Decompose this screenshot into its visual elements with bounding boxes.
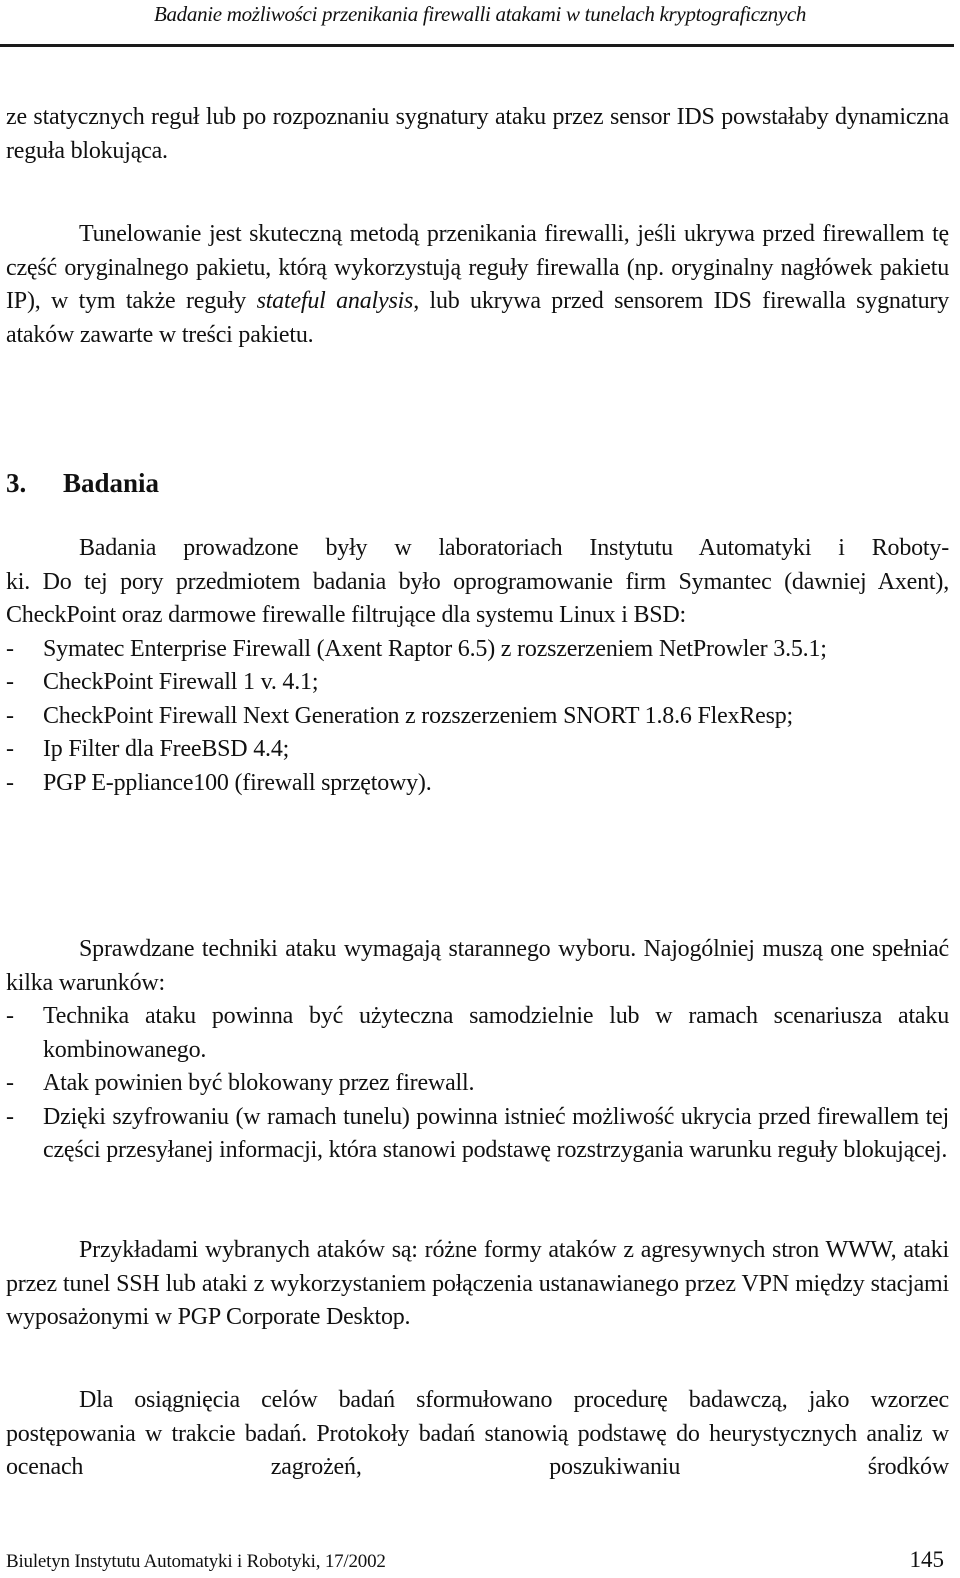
header-rule xyxy=(0,44,954,47)
examples-block: Przykładami wybranych ataków są: różne f… xyxy=(6,1234,949,1335)
list-item: - PGP E-ppliance100 (firewall sprzętowy)… xyxy=(6,767,949,801)
list-item: - Dzięki szyfrowaniu (w ramach tunelu) p… xyxy=(6,1101,949,1168)
techniques-paragraph: Sprawdzane techniki ataku wymagają stara… xyxy=(6,936,949,996)
list-bullet: - xyxy=(6,769,14,796)
research-paragraph-rest: ki. Do tej pory przedmiotem badania było… xyxy=(6,568,949,629)
list-item: - CheckPoint Firewall 1 v. 4.1; xyxy=(6,666,949,700)
continuation-paragraph: ze statycznych reguł lub po rozpoznaniu … xyxy=(6,104,949,164)
list-item: - CheckPoint Firewall Next Generation z … xyxy=(6,700,949,734)
page-number: 145 xyxy=(909,1547,945,1572)
procedure-block: Dla osiągnięcia celów badań sformułowano… xyxy=(6,1384,949,1485)
list-item-text: CheckPoint Firewall 1 v. 4.1; xyxy=(43,669,319,695)
list-bullet: - xyxy=(6,702,14,729)
stateful-analysis-term: stateful analysis xyxy=(256,288,414,314)
list-item-text: Dzięki szyfrowaniu (w ramach tunelu) pow… xyxy=(43,1103,949,1164)
list-bullet: - xyxy=(6,1070,14,1096)
list-bullet: - xyxy=(6,1003,14,1029)
continuation-block: ze statycznych reguł lub po rozpoznaniu … xyxy=(6,101,949,168)
list-bullet: - xyxy=(6,669,14,695)
section-title: Badania xyxy=(63,468,160,498)
list-bullet: - xyxy=(6,1103,14,1130)
list-bullet: - xyxy=(6,635,14,662)
procedure-paragraph: Dla osiągnięcia celów badań sformułowano… xyxy=(6,1387,949,1480)
list-item: - Technika ataku powinna być użyteczna s… xyxy=(6,1000,949,1067)
list-item: - Ip Filter dla FreeBSD 4.4; xyxy=(6,733,949,767)
tunneling-paragraph: Tunelowanie jest skuteczną metodą przeni… xyxy=(6,218,949,352)
tunneling-block: Tunelowanie jest skuteczną metodą przeni… xyxy=(6,218,949,352)
list-item-text: Ip Filter dla FreeBSD 4.4; xyxy=(43,736,290,762)
examples-paragraph: Przykładami wybranych ataków są: różne f… xyxy=(6,1237,949,1330)
list-bullet: - xyxy=(6,736,14,762)
list-item-text: Symatec Enterprise Firewall (Axent Rapto… xyxy=(43,635,827,662)
journal-citation: Biuletyn Instytutu Automatyki i Robotyki… xyxy=(6,1551,386,1572)
list-item: - Symatec Enterprise Firewall (Axent Rap… xyxy=(6,633,949,667)
list-item: - Atak powinien być blokowany przez fire… xyxy=(6,1067,949,1101)
section-heading: 3. Badania xyxy=(6,466,159,500)
running-header: Badanie możliwości przenikania firewalli… xyxy=(153,2,807,26)
techniques-block: Sprawdzane techniki ataku wymagają stara… xyxy=(6,933,949,1168)
list-item-text: CheckPoint Firewall Next Generation z ro… xyxy=(43,702,794,729)
products-list: - Symatec Enterprise Firewall (Axent Rap… xyxy=(6,633,949,801)
list-item-text: Technika ataku powinna być użyteczna sam… xyxy=(43,1003,949,1063)
list-item-text: PGP E-ppliance100 (firewall sprzętowy). xyxy=(43,769,432,796)
conditions-list: - Technika ataku powinna być użyteczna s… xyxy=(6,1000,949,1168)
list-item-text: Atak powinien być blokowany przez firewa… xyxy=(43,1070,475,1096)
section-number: 3. xyxy=(6,468,27,498)
research-paragraph-line1: Badania prowadzone były w laboratoriach … xyxy=(79,535,949,561)
research-block: Badania prowadzone były w laboratoriach … xyxy=(6,532,949,800)
page-footer: Biuletyn Instytutu Automatyki i Robotyki… xyxy=(6,1547,944,1573)
